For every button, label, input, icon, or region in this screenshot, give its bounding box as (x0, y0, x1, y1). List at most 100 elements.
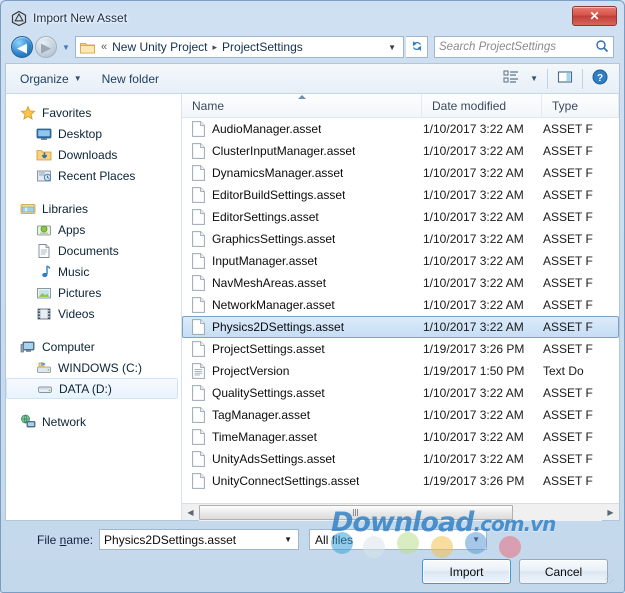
file-name-input[interactable] (104, 533, 280, 547)
file-name-text: UnityAdsSettings.asset (212, 452, 335, 466)
resize-grip[interactable] (605, 575, 617, 587)
horizontal-scrollbar[interactable]: ◀ ▶ (182, 503, 619, 520)
desktop-icon (36, 126, 52, 142)
view-mode-button[interactable] (498, 66, 524, 91)
navigation-sidebar[interactable]: Favorites Desktop Downloads Recent Place… (6, 94, 182, 520)
breadcrumb-overflow[interactable]: « (98, 41, 110, 53)
column-label: Type (552, 99, 578, 113)
table-row[interactable]: ProjectVersion1/19/2017 1:50 PMText Do (182, 360, 619, 382)
videos-icon (36, 306, 52, 322)
search-box[interactable] (434, 36, 614, 58)
table-row[interactable]: QualitySettings.asset1/10/2017 3:22 AMAS… (182, 382, 619, 404)
breadcrumb-item-project[interactable]: New Unity Project (110, 39, 209, 55)
file-name-text: AudioManager.asset (212, 122, 321, 136)
search-input[interactable] (439, 41, 595, 53)
table-row[interactable]: DynamicsManager.asset1/10/2017 3:22 AMAS… (182, 162, 619, 184)
sidebar-item-label: Apps (58, 223, 85, 237)
asset-file-icon (192, 385, 205, 401)
address-bar[interactable]: « New Unity Project ▸ ProjectSettings ▼ (75, 36, 404, 58)
command-toolbar: Organize ▼ New folder (5, 63, 620, 93)
table-row[interactable]: GraphicsSettings.asset1/10/2017 3:22 AMA… (182, 228, 619, 250)
back-button[interactable]: ◀ (11, 36, 33, 58)
close-button[interactable]: ✕ (572, 6, 617, 26)
column-header-name[interactable]: Name (182, 94, 422, 117)
column-header-type[interactable]: Type (542, 94, 619, 117)
star-icon (20, 105, 36, 121)
sidebar-item-apps[interactable]: Apps (6, 219, 181, 240)
sidebar-group-label: Favorites (42, 106, 91, 120)
sidebar-item-pictures[interactable]: Pictures (6, 282, 181, 303)
table-row[interactable]: UnityConnectSettings.asset1/19/2017 3:26… (182, 470, 619, 492)
refresh-button[interactable] (406, 36, 428, 58)
scroll-left-button[interactable]: ◀ (182, 504, 199, 521)
sidebar-item-videos[interactable]: Videos (6, 303, 181, 324)
scrollbar-track[interactable] (199, 504, 602, 521)
chevron-down-icon[interactable]: ▼ (280, 535, 296, 544)
sidebar-group-label: Libraries (42, 202, 88, 216)
file-date-cell: 1/10/2017 3:22 AM (423, 386, 543, 400)
cancel-button[interactable]: Cancel (519, 559, 608, 584)
asset-file-icon (192, 231, 205, 247)
asset-file-icon (192, 407, 205, 423)
preview-pane-button[interactable] (552, 66, 578, 91)
chevron-down-icon[interactable]: ▼ (468, 535, 484, 544)
file-type-cell: ASSET F (543, 408, 618, 422)
asset-file-icon (192, 165, 205, 181)
sidebar-item-data-d[interactable]: DATA (D:) (6, 378, 178, 399)
import-button[interactable]: Import (422, 559, 511, 584)
sidebar-group-label: Network (42, 415, 86, 429)
table-row[interactable]: InputManager.asset1/10/2017 3:22 AMASSET… (182, 250, 619, 272)
file-date-cell: 1/10/2017 3:22 AM (423, 298, 543, 312)
table-row[interactable]: UnityAdsSettings.asset1/10/2017 3:22 AMA… (182, 448, 619, 470)
file-type-filter-combobox[interactable]: All files ▼ (309, 529, 487, 550)
table-row[interactable]: NavMeshAreas.asset1/10/2017 3:22 AMASSET… (182, 272, 619, 294)
address-dropdown-icon[interactable]: ▼ (383, 43, 401, 52)
folder-icon (80, 41, 95, 54)
table-row[interactable]: ClusterInputManager.asset1/10/2017 3:22 … (182, 140, 619, 162)
asset-file-icon (192, 473, 205, 489)
sidebar-group-libraries[interactable]: Libraries (6, 198, 181, 219)
search-icon[interactable] (595, 39, 609, 56)
asset-file-icon (192, 297, 205, 313)
sidebar-item-desktop[interactable]: Desktop (6, 123, 181, 144)
sidebar-item-label: Documents (58, 244, 119, 258)
help-button[interactable]: ? (587, 66, 613, 91)
sidebar-item-downloads[interactable]: Downloads (6, 144, 181, 165)
dialog-footer: File name: ▼ All files ▼ Import Cancel (5, 521, 620, 588)
file-type-cell: ASSET F (543, 298, 618, 312)
documents-icon (36, 243, 52, 259)
sidebar-item-documents[interactable]: Documents (6, 240, 181, 261)
scrollbar-thumb[interactable] (199, 505, 513, 520)
new-folder-button[interactable]: New folder (94, 68, 167, 90)
scroll-right-button[interactable]: ▶ (602, 504, 619, 521)
sidebar-gap-3 (6, 399, 181, 411)
sidebar-group-computer[interactable]: Computer (6, 336, 181, 357)
table-row[interactable]: AudioManager.asset1/10/2017 3:22 AMASSET… (182, 118, 619, 140)
table-row[interactable]: ProjectSettings.asset1/19/2017 3:26 PMAS… (182, 338, 619, 360)
table-row[interactable]: NetworkManager.asset1/10/2017 3:22 AMASS… (182, 294, 619, 316)
view-mode-dropdown-button[interactable]: ▼ (525, 71, 543, 86)
sidebar-item-recent-places[interactable]: Recent Places (6, 165, 181, 186)
file-type-cell: ASSET F (543, 144, 618, 158)
table-row[interactable]: Physics2DSettings.asset1/10/2017 3:22 AM… (182, 316, 619, 338)
file-type-cell: ASSET F (543, 452, 618, 466)
table-row[interactable]: TagManager.asset1/10/2017 3:22 AMASSET F (182, 404, 619, 426)
file-date-cell: 1/10/2017 3:22 AM (423, 144, 543, 158)
file-name-combobox[interactable]: ▼ (99, 529, 299, 550)
help-icon: ? (592, 69, 608, 88)
history-dropdown-button[interactable]: ▼ (59, 43, 73, 52)
table-row[interactable]: TimeManager.asset1/10/2017 3:22 AMASSET … (182, 426, 619, 448)
sidebar-item-music[interactable]: Music (6, 261, 181, 282)
sidebar-group-network[interactable]: Network (6, 411, 181, 432)
sidebar-group-favorites[interactable]: Favorites (6, 102, 181, 123)
table-row[interactable]: EditorSettings.asset1/10/2017 3:22 AMASS… (182, 206, 619, 228)
column-header-date-modified[interactable]: Date modified (422, 94, 542, 117)
file-rows-container[interactable]: AudioManager.asset1/10/2017 3:22 AMASSET… (182, 118, 619, 503)
organize-button[interactable]: Organize ▼ (12, 68, 90, 90)
sidebar-item-label: WINDOWS (C:) (58, 361, 142, 375)
breadcrumb-item-projectsettings[interactable]: ProjectSettings (220, 39, 305, 55)
forward-button[interactable]: ▶ (35, 36, 57, 58)
table-row[interactable]: EditorBuildSettings.asset1/10/2017 3:22 … (182, 184, 619, 206)
sidebar-item-windows-c[interactable]: WINDOWS (C:) (6, 357, 181, 378)
file-name-cell: Physics2DSettings.asset (183, 319, 423, 335)
